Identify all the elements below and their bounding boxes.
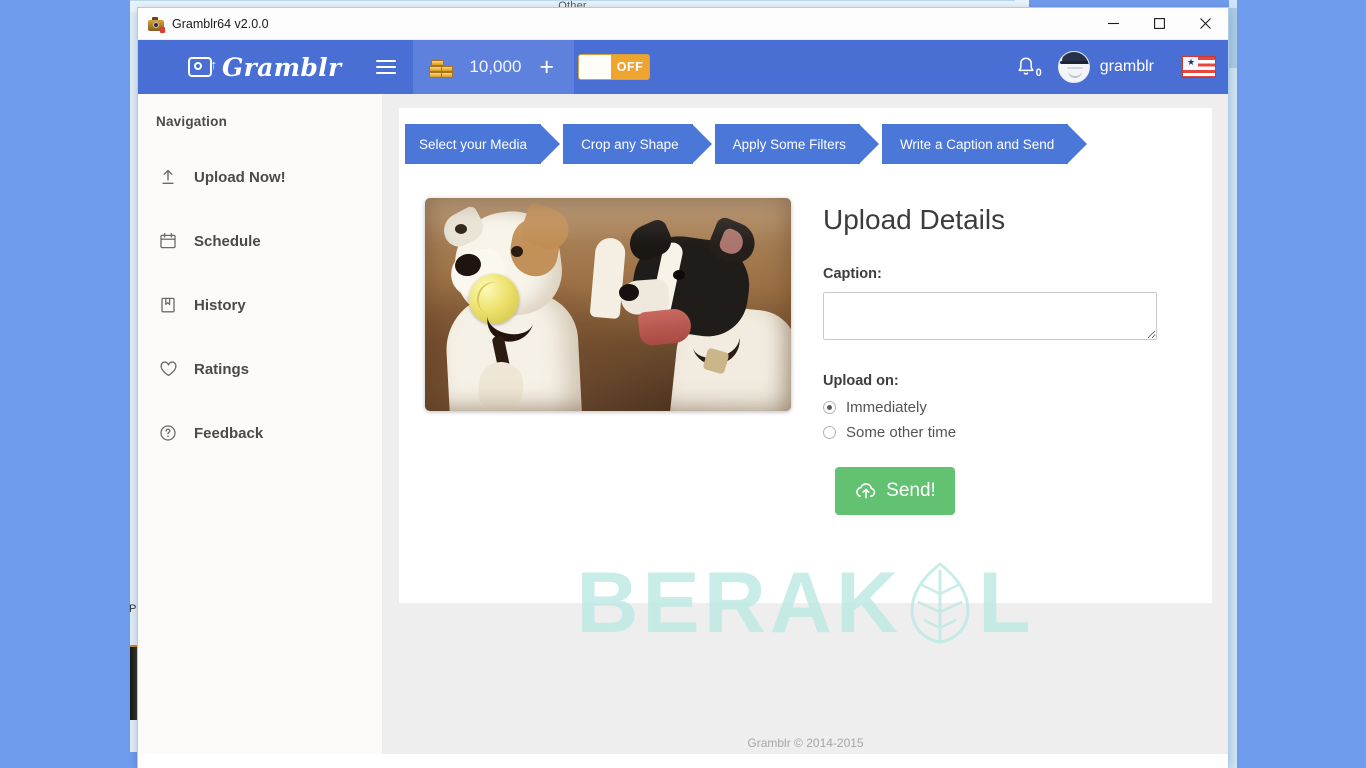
notification-count: 0 bbox=[1035, 67, 1042, 79]
upload-on-label: Upload on: bbox=[823, 373, 899, 389]
brand-logo[interactable]: ↑ Gramblr bbox=[138, 40, 359, 94]
user-menu-button[interactable]: gramblr bbox=[1048, 51, 1170, 83]
background-scrollbar-thumb[interactable] bbox=[1229, 8, 1237, 68]
minimize-button[interactable] bbox=[1090, 8, 1136, 40]
watermark-text-after: L bbox=[978, 554, 1035, 651]
camera-icon bbox=[148, 16, 165, 33]
toggle-knob bbox=[579, 55, 612, 79]
window-title: Gramblr64 v2.0.0 bbox=[172, 16, 269, 31]
step-apply-filters[interactable]: Apply Some Filters bbox=[714, 124, 880, 164]
upload-arrow-icon bbox=[158, 167, 178, 187]
background-scrollbar[interactable] bbox=[1229, 0, 1237, 768]
sidebar-item-ratings[interactable]: Ratings bbox=[138, 337, 382, 401]
radio-immediately[interactable]: Immediately bbox=[823, 399, 1157, 416]
radio-immediately-input[interactable] bbox=[823, 401, 836, 414]
caption-label: Caption: bbox=[823, 266, 882, 282]
top-navigation-bar: ↑ Gramblr 10,000 + OFF 0 gramblr ★ bbox=[138, 40, 1228, 94]
step-label: Write a Caption and Send bbox=[899, 136, 1055, 152]
language-selector[interactable]: ★ bbox=[1170, 40, 1228, 94]
coin-count: 10,000 bbox=[469, 57, 522, 76]
sidebar-item-upload-now[interactable]: Upload Now! bbox=[138, 145, 382, 209]
close-button[interactable] bbox=[1182, 8, 1228, 40]
step-write-caption[interactable]: Write a Caption and Send bbox=[881, 124, 1088, 164]
caption-input[interactable] bbox=[823, 292, 1157, 340]
calendar-icon bbox=[158, 231, 178, 251]
heart-icon bbox=[158, 359, 178, 379]
sidebar-item-history[interactable]: History bbox=[138, 273, 382, 337]
radio-label: Some other time bbox=[846, 424, 957, 441]
window-controls bbox=[1090, 8, 1228, 40]
watermark-text-before: BERAK bbox=[576, 554, 903, 651]
toggle-state-label: OFF bbox=[611, 55, 650, 79]
add-coins-button[interactable]: + bbox=[535, 54, 558, 80]
send-button-label: Send! bbox=[886, 480, 936, 501]
question-circle-icon bbox=[158, 423, 178, 443]
us-flag-icon: ★ bbox=[1182, 56, 1216, 78]
camera-upload-icon: ↑ bbox=[188, 57, 217, 77]
step-label: Crop any Shape bbox=[581, 136, 679, 152]
app-body: Navigation Upload Now! Schedule History … bbox=[138, 94, 1228, 754]
leaf-icon bbox=[904, 560, 976, 646]
step-select-media[interactable]: Select your Media bbox=[405, 124, 561, 164]
maximize-button[interactable] bbox=[1136, 8, 1182, 40]
sidebar-item-label: Ratings bbox=[194, 360, 250, 378]
gramblr-window: Gramblr64 v2.0.0 ↑ Gramblr 10,000 + OFF … bbox=[138, 8, 1228, 768]
upload-card: Select your Media Crop any Shape Apply S… bbox=[399, 108, 1212, 651]
avatar bbox=[1057, 51, 1090, 83]
notifications-button[interactable]: 0 bbox=[1002, 56, 1048, 79]
radio-label: Immediately bbox=[846, 399, 927, 416]
upload-panel: Upload Details Caption: Upload on: Immed… bbox=[399, 164, 1212, 515]
media-preview[interactable] bbox=[425, 198, 791, 411]
desktop: Other PC Gramblr64 v2.0.0 bbox=[0, 0, 1366, 768]
step-label: Apply Some Filters bbox=[732, 136, 846, 152]
username: gramblr bbox=[1099, 58, 1154, 75]
brand-name: Gramblr bbox=[222, 52, 342, 82]
content-area: Select your Media Crop any Shape Apply S… bbox=[383, 94, 1228, 754]
step-crop-shape[interactable]: Crop any Shape bbox=[563, 124, 712, 164]
top-navigation-right: 0 gramblr ★ bbox=[1002, 40, 1228, 94]
coins-icon bbox=[429, 56, 455, 78]
sidebar-title: Navigation bbox=[156, 114, 228, 129]
radio-some-other-time[interactable]: Some other time bbox=[823, 424, 1157, 441]
sidebar-item-label: Upload Now! bbox=[194, 168, 286, 186]
sidebar-item-label: History bbox=[194, 296, 246, 314]
minimize-icon bbox=[1107, 22, 1119, 25]
online-toggle[interactable]: OFF bbox=[578, 54, 651, 80]
sidebar-item-schedule[interactable]: Schedule bbox=[138, 209, 382, 273]
radio-some-other-time-input[interactable] bbox=[823, 426, 836, 439]
page-title: Upload Details bbox=[823, 204, 1006, 235]
berakol-watermark: BERAK L bbox=[399, 538, 1212, 668]
send-button[interactable]: Send! bbox=[835, 467, 955, 515]
bell-icon bbox=[1018, 57, 1034, 75]
maximize-icon bbox=[1153, 18, 1165, 29]
coin-balance-group: 10,000 + bbox=[413, 40, 575, 94]
step-label: Select your Media bbox=[419, 136, 528, 152]
step-breadcrumb: Select your Media Crop any Shape Apply S… bbox=[399, 124, 1212, 164]
cloud-upload-icon bbox=[856, 483, 876, 499]
book-icon bbox=[158, 295, 178, 315]
upload-details: Upload Details Caption: Upload on: Immed… bbox=[823, 198, 1157, 515]
close-icon bbox=[1199, 18, 1211, 29]
sidebar-item-label: Schedule bbox=[194, 232, 261, 250]
sidebar: Navigation Upload Now! Schedule History … bbox=[138, 94, 383, 754]
hamburger-icon[interactable] bbox=[359, 40, 413, 94]
window-titlebar[interactable]: Gramblr64 v2.0.0 bbox=[138, 8, 1228, 40]
sidebar-item-feedback[interactable]: Feedback bbox=[138, 401, 382, 465]
footer-text: Gramblr © 2014-2015 bbox=[747, 736, 864, 750]
sidebar-item-label: Feedback bbox=[194, 424, 264, 442]
